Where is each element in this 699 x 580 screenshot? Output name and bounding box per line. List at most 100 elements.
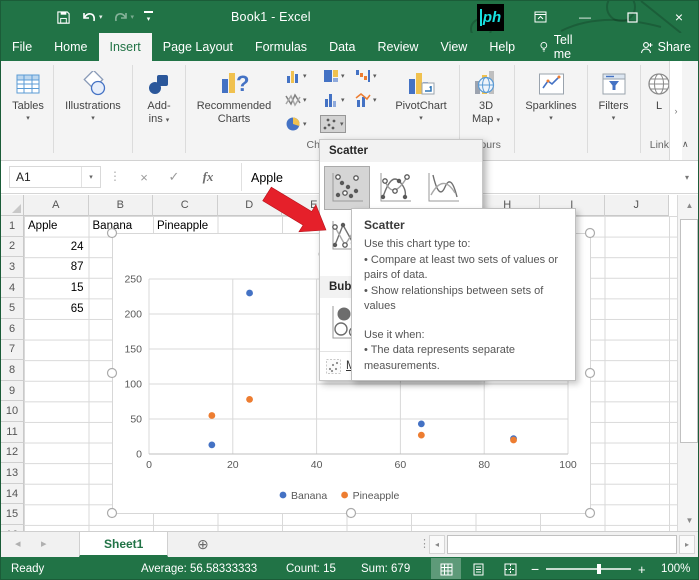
insert-column-chart-button[interactable]: ▾ [283,67,309,85]
share-button[interactable]: Share [631,33,699,61]
row-header-11[interactable]: 11 [1,422,24,443]
sheet-tab-sheet1[interactable]: Sheet1 [79,532,168,557]
chart-selection-handle[interactable] [586,369,595,378]
insert-line-chart-button[interactable]: ▾ [283,91,309,109]
insert-bar-chart-button[interactable]: ▾ [321,91,347,109]
row-header-15[interactable]: 15 [1,504,24,525]
insert-pie-chart-button[interactable]: ▾ [283,115,309,133]
tab-insert[interactable]: Insert [99,33,152,61]
cell-A2[interactable]: 24 [24,237,89,258]
chart-selection-handle[interactable] [586,229,595,238]
column-header-J[interactable]: J [605,195,670,216]
illustrations-button[interactable]: Illustrations ▾ [57,65,129,123]
tab-view[interactable]: View [429,33,478,61]
tab-formulas[interactable]: Formulas [244,33,318,61]
close-button[interactable]: × [662,1,696,33]
select-all-corner[interactable] [1,195,24,216]
tab-review[interactable]: Review [366,33,429,61]
3d-map-button[interactable]: 3DMap ▾ [462,65,510,127]
row-header-9[interactable]: 9 [1,381,24,402]
collapse-ribbon-icon[interactable]: ∧ [682,139,689,150]
sparklines-button[interactable]: Sparklines ▾ [518,65,584,123]
row-header-4[interactable]: 4 [1,278,24,299]
cell-A1[interactable]: Apple [24,216,89,237]
tab-data[interactable]: Data [318,33,366,61]
chart-selection-handle[interactable] [108,229,117,238]
undo-dropdown-arrow[interactable]: ▾ [99,13,103,21]
redo-button[interactable]: ▾ [108,4,140,30]
formula-bar-drag-handle[interactable]: ⋮ [109,169,121,183]
redo-dropdown-arrow[interactable]: ▾ [131,13,135,21]
chart-selection-handle[interactable] [108,509,117,518]
undo-button[interactable]: ▾ [76,4,108,30]
tab-page-layout[interactable]: Page Layout [152,33,244,61]
row-header-14[interactable]: 14 [1,484,24,505]
cell-A4[interactable]: 15 [24,278,89,299]
column-header-A[interactable]: A [24,195,89,216]
tables-button[interactable]: Tables ▾ [5,65,51,123]
chart-selection-handle[interactable] [347,509,356,518]
page-layout-view-button[interactable] [463,558,493,580]
row-header-12[interactable]: 12 [1,443,24,464]
row-header-10[interactable]: 10 [1,401,24,422]
row-header-8[interactable]: 8 [1,360,24,381]
column-header-B[interactable]: B [89,195,154,216]
cancel-button[interactable]: × [131,167,157,187]
row-header-6[interactable]: 6 [1,319,24,340]
customize-quick-access-button[interactable]: ▾ [139,4,158,30]
chart-selection-handle[interactable] [108,369,117,378]
maximize-button[interactable] [615,1,649,33]
minimize-button[interactable]: — [568,1,602,33]
hscroll-right-button[interactable]: ▸ [679,535,695,554]
tab-help[interactable]: Help [478,33,526,61]
pivotchart-button[interactable]: PivotChart ▾ [385,65,457,123]
scatter-smooth-lines-markers-option[interactable] [372,166,418,210]
formula-input[interactable]: Apple [251,161,283,194]
zoom-level[interactable]: 100% [661,557,690,580]
ribbon-display-options-button[interactable] [523,1,557,33]
zoom-slider-thumb[interactable] [597,564,601,574]
sheet-nav-left-icon[interactable]: ◂ [15,537,21,550]
scroll-down-button[interactable]: ▼ [679,510,699,530]
recommended-charts-button[interactable]: ? RecommendedCharts [189,65,279,126]
cell-A5[interactable]: 65 [24,298,89,319]
normal-view-button[interactable] [431,558,461,580]
row-header-5[interactable]: 5 [1,298,24,319]
sheet-nav-right-icon[interactable]: ▸ [41,537,47,550]
scroll-up-button[interactable]: ▲ [679,195,699,215]
page-break-view-button[interactable] [495,558,525,580]
column-header-C[interactable]: C [153,195,218,216]
scatter-smooth-lines-option[interactable] [420,166,466,210]
chart-selection-handle[interactable] [586,509,595,518]
zoom-out-button[interactable]: − [531,557,539,580]
column-header-D[interactable]: D [218,195,283,216]
tab-file[interactable]: File [1,33,43,61]
tab-home[interactable]: Home [43,33,98,61]
enter-button[interactable]: ✓ [161,167,187,187]
name-box[interactable]: A1 ▾ [9,166,101,188]
zoom-in-button[interactable]: + [638,557,646,580]
filters-button[interactable]: Filters ▾ [590,65,637,123]
tell-me-button[interactable]: Tell me [530,33,595,61]
cell-A3[interactable]: 87 [24,257,89,278]
insert-scatter-chart-button[interactable]: ▾ [320,115,346,133]
zoom-slider-track[interactable] [546,568,631,570]
row-header-1[interactable]: 1 [1,216,24,237]
hscroll-left-button[interactable]: ◂ [429,535,445,554]
row-header-2[interactable]: 2 [1,237,24,258]
add-ins-button[interactable]: Add-ins ▾ [135,65,183,127]
insert-combo-chart-button[interactable]: ▾ [353,91,379,109]
row-header-13[interactable]: 13 [1,463,24,484]
row-header-7[interactable]: 7 [1,340,24,361]
insert-waterfall-chart-button[interactable]: ▾ [353,67,379,85]
name-box-dropdown-arrow[interactable]: ▾ [81,167,100,187]
formula-bar-expand-arrow[interactable]: ▾ [685,173,689,182]
row-header-3[interactable]: 3 [1,257,24,278]
vertical-scrollbar-thumb[interactable] [680,219,698,443]
insert-function-button[interactable]: fx [195,167,221,187]
horizontal-scrollbar-thumb[interactable] [447,535,677,554]
save-button[interactable] [51,4,76,30]
ribbon-scroll-right-button[interactable]: › [669,61,682,160]
scatter-option[interactable] [324,166,370,210]
insert-hierarchy-chart-button[interactable]: ▾ [321,67,347,85]
